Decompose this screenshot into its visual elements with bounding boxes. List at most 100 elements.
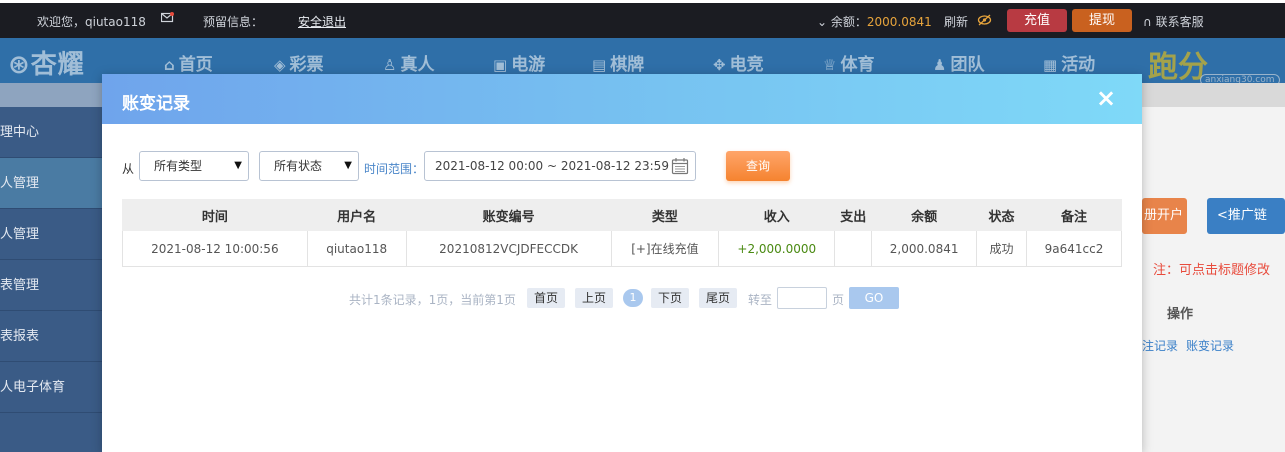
next-page-button[interactable]: 下页	[651, 288, 690, 308]
col-header-income[interactable]: 收入	[718, 199, 836, 231]
status-select-value: 所有状态	[274, 159, 323, 173]
withdraw-button[interactable]: 提现	[1072, 9, 1132, 32]
col-header-status[interactable]: 状态	[976, 199, 1028, 231]
go-button[interactable]: GO	[849, 287, 899, 309]
promo-link-button[interactable]: <推广链	[1207, 198, 1285, 234]
col-header-username[interactable]: 用户名	[306, 199, 407, 231]
transactions-table: 时间 用户名 账变编号 类型 收入 支出 余额 状态 备注 2021-08-12…	[122, 199, 1122, 267]
last-page-button[interactable]: 尾页	[699, 288, 738, 308]
mail-icon[interactable]	[161, 12, 174, 23]
site-logo[interactable]: ⊛杏耀	[8, 44, 85, 81]
cell-txn-id: 20210812VCJDFECCDK	[405, 230, 612, 267]
sidebar-item[interactable]: 表报表	[0, 311, 102, 362]
person-icon: ♙	[383, 56, 397, 74]
cards-icon: ▤	[592, 56, 607, 74]
ops-column-header: 操作	[1167, 307, 1194, 322]
nav-label: 真人	[400, 55, 435, 75]
nav-label: 团队	[950, 55, 985, 75]
nav-item-lottery[interactable]: ◈ 彩票	[274, 50, 324, 75]
cell-username: qiutao118	[306, 230, 407, 267]
ticket-icon: ◈	[274, 56, 286, 74]
logo-text: 杏耀	[30, 50, 85, 80]
recharge-button[interactable]: 充值	[1007, 9, 1067, 32]
top-bar: 欢迎您，qiutao118 预留信息： 安全退出 ⌄ 余额：2000.0841 …	[0, 0, 1285, 38]
modal-header: 账变记录 ×	[102, 74, 1142, 124]
col-header-type[interactable]: 类型	[610, 199, 720, 231]
current-page-indicator[interactable]: 1	[623, 289, 643, 307]
transaction-record-link[interactable]: 账变记录	[1186, 337, 1234, 354]
gamepad-icon: ✥	[713, 56, 726, 74]
nav-item-chess[interactable]: ▤ 棋牌	[592, 50, 644, 75]
sidebar-item[interactable]: 人管理	[0, 209, 102, 260]
sidebar: 理中心 人管理 人管理 表管理 表报表 人电子体育	[0, 83, 102, 452]
type-select-value: 所有类型	[154, 159, 203, 173]
nav-item-live[interactable]: ♙ 真人	[383, 50, 434, 75]
nav-item-esports[interactable]: ✥ 电竞	[713, 50, 764, 75]
page-unit-label: 页	[832, 293, 845, 307]
sidebar-item[interactable]: 表管理	[0, 260, 102, 311]
team-icon: ♟	[933, 56, 947, 74]
cell-note: 9a641cc2	[1026, 230, 1122, 267]
nav-label: 棋牌	[610, 55, 645, 75]
eye-off-icon[interactable]	[977, 14, 992, 26]
modal-title: 账变记录	[122, 94, 190, 114]
goto-label: 转至	[748, 293, 773, 307]
table-row: 2021-08-12 10:00:56 qiutao118 20210812VC…	[122, 230, 1122, 267]
query-button[interactable]: 查询	[726, 151, 790, 181]
sidebar-item[interactable]: 人电子体育	[0, 362, 102, 413]
col-header-expense[interactable]: 支出	[834, 199, 873, 231]
reserved-info-label: 预留信息：	[203, 15, 264, 29]
cell-time: 2021-08-12 10:00:56	[122, 230, 308, 267]
close-icon[interactable]: ×	[1094, 86, 1118, 110]
logout-link[interactable]: 安全退出	[298, 13, 346, 30]
pagination: 共计1条记录，1页，当前第1页 首页 上页 1 下页 尾页 转至 页 GO	[102, 287, 1142, 309]
col-header-txn-id[interactable]: 账变编号	[405, 199, 612, 231]
caret-down-icon: ▼	[234, 160, 242, 171]
nav-item-events[interactable]: ▦ 活动	[1043, 50, 1095, 75]
headset-icon: ∩	[1143, 15, 1152, 29]
date-range-input[interactable]: 2021-08-12 00:00 ~ 2021-08-12 23:59	[424, 151, 696, 181]
support-link[interactable]: ∩ 联系客服	[1143, 13, 1204, 30]
col-header-balance[interactable]: 余额	[871, 199, 978, 231]
trophy-icon: ♕	[823, 56, 837, 74]
pagination-summary: 共计1条记录，1页，当前第1页	[349, 293, 516, 307]
table-header-row: 时间 用户名 账变编号 类型 收入 支出 余额 状态 备注	[122, 199, 1122, 231]
status-select[interactable]: 所有状态 ▼	[259, 151, 359, 181]
balance-label: 余额：	[830, 15, 867, 29]
home-icon: ⌂	[164, 56, 175, 74]
support-label: 联系客服	[1155, 15, 1204, 29]
nav-item-slots[interactable]: ▣ 电游	[493, 50, 545, 75]
from-label: 从	[122, 162, 135, 176]
welcome-text: 欢迎您，qiutao118	[37, 15, 146, 29]
prev-page-button[interactable]: 上页	[575, 288, 614, 308]
page-number-input[interactable]	[777, 287, 827, 309]
share-icon: <	[1217, 208, 1228, 223]
calendar-icon[interactable]	[671, 157, 689, 175]
brand-banner[interactable]: 跑分	[1148, 42, 1208, 86]
nav-label: 首页	[178, 55, 213, 75]
nav-label: 电游	[511, 55, 546, 75]
nav-label: 电竞	[729, 55, 764, 75]
sidebar-band	[0, 83, 102, 107]
sidebar-item[interactable]: 理中心	[0, 107, 102, 158]
nav-label: 体育	[840, 55, 875, 75]
type-select[interactable]: 所有类型 ▼	[139, 151, 249, 181]
top-strip	[0, 0, 1285, 3]
nav-label: 活动	[1061, 55, 1096, 75]
col-header-time[interactable]: 时间	[122, 199, 308, 231]
sidebar-item[interactable]: 人管理	[0, 158, 102, 209]
nav-item-team[interactable]: ♟ 团队	[933, 50, 984, 75]
caret-down-icon: ▼	[344, 160, 352, 171]
cell-type: [+]在线充值	[610, 230, 720, 267]
open-account-button[interactable]: 册开户	[1142, 198, 1187, 234]
col-header-note[interactable]: 备注	[1026, 199, 1122, 231]
bet-record-link[interactable]: 注记录	[1142, 337, 1178, 354]
first-page-button[interactable]: 首页	[527, 288, 566, 308]
cell-expense	[834, 230, 873, 267]
chevron-down-icon[interactable]: ⌄	[817, 15, 827, 29]
cell-income: +2,000.0000	[718, 230, 836, 267]
nav-item-home[interactable]: ⌂ 首页	[164, 50, 213, 75]
refresh-link[interactable]: 刷新	[944, 13, 968, 30]
nav-item-sports[interactable]: ♕ 体育	[823, 50, 874, 75]
nav-label: 彩票	[289, 55, 324, 75]
